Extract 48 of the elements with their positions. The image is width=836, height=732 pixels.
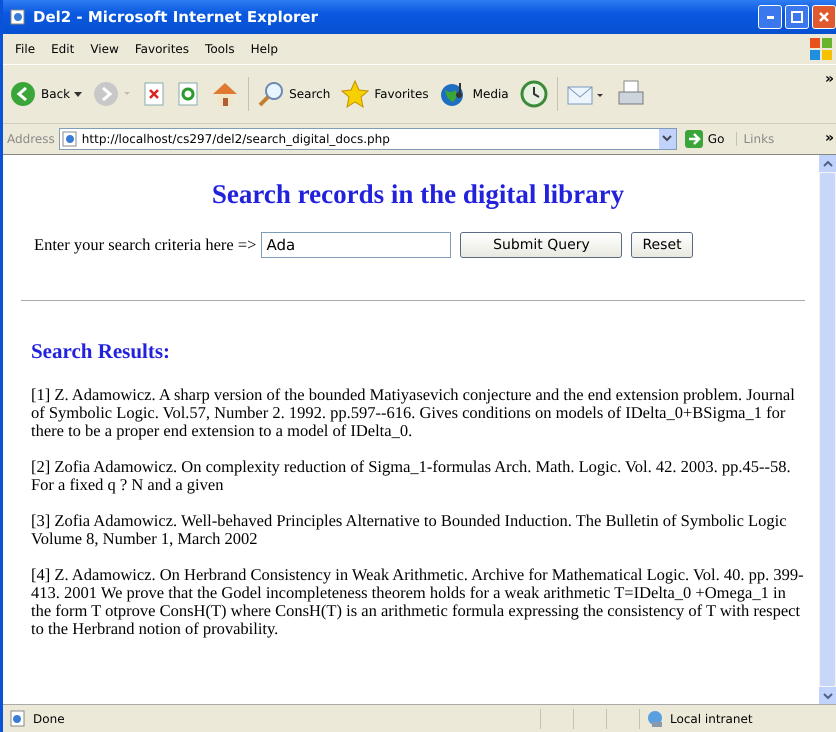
menu-item[interactable]: File [9, 40, 42, 58]
menu-item[interactable]: Favorites [128, 40, 196, 58]
search-field[interactable]: Ada [261, 232, 452, 258]
back-button[interactable]: Back [7, 78, 84, 110]
minimize-icon [766, 16, 774, 18]
reset-button[interactable]: Reset [631, 232, 693, 258]
search-label: Enter your search criteria here => [34, 235, 256, 255]
go-button[interactable]: Go [680, 130, 732, 148]
menu-item[interactable]: View [84, 40, 125, 58]
caret-icon [74, 92, 82, 96]
search-result: [4] Z. Adamowicz. On Herbrand Consistency in Weak Arithmetic. Archive for Mathematical Logic. Vol. 40. pp. 399-413. 2001 We prove that the Godel incompleteness theorem holds for a weak arithmetic T=IDelta_0 +Omega_1 in the form T otprove ConsH(T) where ConsH(T) is an arithmetic formula expressing the consistency of T with respect to the Herbrand notion of provability. [31, 566, 805, 638]
address-field[interactable]: http://localhost/cs297/del2/search_digital_docs.php [58, 128, 677, 150]
close-button[interactable] [812, 5, 836, 29]
arrow-icon [684, 130, 703, 148]
zone-text: Local intranet [670, 712, 753, 726]
scroll-down-icon [822, 692, 832, 700]
menu-item[interactable]: Edit [45, 40, 80, 58]
page-icon [9, 8, 27, 26]
search-result: [1] Z. Adamowicz. A sharp version of the bounded Matiyasevich conjecture and the end extension problem. Journal of Symbolic Logic. Vol.57, Number 2. 1992. pp.597--616. Gives conditions on models of IDelta_0+BSigma_1 for there to be a proper end extension to a model of IDelta_0. [31, 386, 796, 440]
scroll-up-icon [822, 160, 832, 168]
minimize-button[interactable] [758, 5, 782, 29]
vertical-scrollbar[interactable] [819, 155, 836, 704]
search-result: [2] Zofia Adamowicz. On complexity reduction of Sigma_1-formulas Arch. Math. Logic. Vol. 42. 2003. pp.45--58. For a fixed q ? N and a given [31, 458, 792, 494]
address-label: Address [7, 132, 55, 146]
page-heading: Search records in the digital library [210, 179, 626, 210]
maximize-icon [791, 11, 803, 23]
search-button[interactable]: Search [255, 78, 332, 110]
stop-icon [142, 81, 166, 107]
close-icon [818, 11, 830, 23]
links-overflow-icon[interactable]: » [824, 130, 836, 146]
media-button[interactable]: Media [436, 78, 511, 110]
toolbar-overflow-icon[interactable]: » [824, 71, 836, 87]
results-heading: Search Results: [31, 339, 172, 364]
page-icon [9, 710, 27, 728]
clock-icon [518, 79, 549, 109]
search-result: [3] Zofia Adamowicz. Well-behaved Principles Alternative to Bounded Induction. The Bulletin of Symbolic Logic Volume 8, Number 1, March 2002 [31, 512, 788, 548]
page-icon [62, 131, 78, 147]
menu-item[interactable]: Tools [199, 40, 241, 58]
status-text: Done [33, 712, 65, 726]
favorites-button[interactable]: Favorites [338, 77, 431, 111]
maximize-button[interactable] [785, 5, 809, 29]
submit-button[interactable]: Submit Query [460, 232, 622, 258]
menu-item[interactable]: Help [244, 40, 284, 58]
forward-arrow-icon [92, 80, 132, 108]
window-title: Del2 - Microsoft Internet Explorer [33, 8, 320, 26]
refresh-icon [176, 81, 200, 107]
star-icon [340, 79, 370, 109]
search-icon [257, 80, 286, 108]
